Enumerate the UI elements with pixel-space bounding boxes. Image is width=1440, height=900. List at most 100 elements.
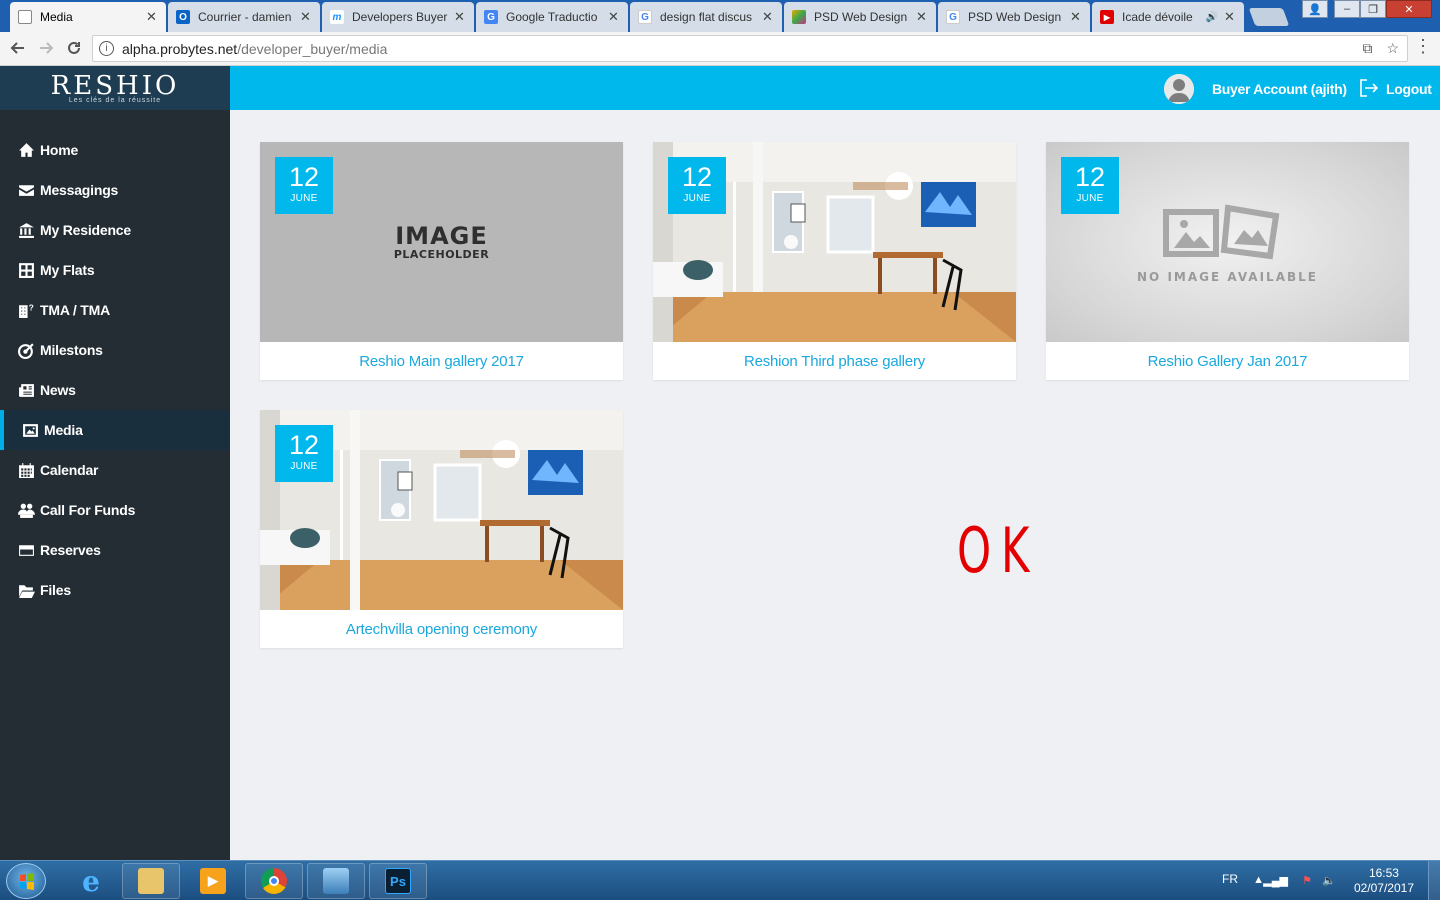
clock-date: 02/07/2017 [1353,881,1414,895]
gallery-card[interactable]: 12 JUNE NO IMAGE AVAILABLE Reshio Galler… [1046,142,1409,380]
gallery-title[interactable]: Reshio Main gallery 2017 [260,342,623,380]
star-icon[interactable]: ☆ [1386,40,1399,57]
grid-icon [19,262,34,278]
placeholder-big-text: IMAGE [395,221,488,250]
date-badge: 12 JUNE [1061,157,1119,214]
reload-icon [68,41,80,54]
sidebar-item-call-for-funds[interactable]: Call For Funds [0,490,230,530]
user-icon [1164,74,1194,104]
gallery-thumbnail[interactable]: 12 JUNE NO IMAGE AVAILABLE [1046,142,1409,342]
browser-menu-button[interactable]: ⋮ [1414,36,1432,57]
close-tab-icon[interactable]: ✕ [762,9,774,25]
tab-psd-web-design-2[interactable]: G PSD Web Design ✕ [938,2,1090,32]
browser-tab-strip: Media ✕ O Courrier - damien ✕ m Develope… [0,0,1440,32]
close-tab-icon[interactable]: ✕ [146,9,158,25]
sidebar-item-milestons[interactable]: Milestons [0,330,230,370]
user-account-name[interactable]: Buyer Account (ajith) [1212,81,1347,97]
speaker-icon[interactable]: 🔊 [1206,12,1218,23]
tab-design-flat[interactable]: G design flat discus ✕ [630,2,782,32]
tab-psd-web-design-1[interactable]: PSD Web Design ✕ [784,2,936,32]
gallery-card[interactable]: 12 JUNE IMAGE PLACEHOLDER Reshio Main ga… [260,142,623,380]
gallery-thumbnail[interactable]: 12 JUNE [260,410,623,610]
sidebar-item-messagings[interactable]: Messagings [0,170,230,210]
media-player-icon: ▶ [200,868,226,894]
sidebar-item-label: Milestons [40,342,103,358]
show-desktop-button[interactable] [1428,861,1440,900]
date-badge: 12 JUNE [275,425,333,482]
taskbar-app[interactable]: Ps [369,863,427,899]
newspaper-icon [19,383,34,397]
logout-button[interactable]: Logout [1386,81,1432,97]
logo[interactable]: RESHIO Les clés de la réussite [0,66,230,110]
tab-label: PSD Web Design [814,10,908,24]
close-tab-icon[interactable]: ✕ [608,9,620,25]
sidebar-item-calendar[interactable]: Calendar [0,450,230,490]
clock-time: 16:53 [1368,866,1399,880]
sidebar-item-label: News [40,382,76,398]
sidebar-item-media[interactable]: Media [0,410,230,450]
close-tab-icon[interactable]: ✕ [300,9,312,25]
sidebar-item-tma[interactable]: ? TMA / TMA [0,290,230,330]
tab-label: PSD Web Design [968,10,1062,24]
reload-button[interactable] [62,36,86,60]
tab-media[interactable]: Media ✕ [10,2,166,32]
sidebar-item-my-residence[interactable]: My Residence [0,210,230,250]
network-icon[interactable]: ▂▄▆ [1263,874,1288,887]
taskbar-app[interactable]: ▶ [184,863,242,899]
avatar[interactable] [1164,74,1194,104]
close-tab-icon[interactable]: ✕ [916,9,928,25]
date-day: 12 [288,430,320,460]
bank-icon [19,222,34,238]
translate-icon[interactable]: ⧉ [1362,40,1372,57]
volume-icon[interactable]: 🔈 [1322,874,1336,887]
taskbar-app[interactable] [245,863,303,899]
tab-label: Google Traductio [506,10,598,24]
taskbar-app[interactable]: e [62,863,120,899]
gallery-thumbnail[interactable]: 12 JUNE IMAGE PLACEHOLDER [260,142,623,342]
forward-button[interactable] [34,36,58,60]
sidebar-item-my-flats[interactable]: My Flats [0,250,230,290]
m-logo-icon: m [330,10,344,24]
sidebar-item-files[interactable]: Files [0,570,230,610]
address-bar[interactable]: i alpha.probytes.net/developer_buyer/med… [92,35,1408,62]
sidebar-item-news[interactable]: News [0,370,230,410]
back-button[interactable] [6,36,30,60]
url-host: alpha.probytes.net [122,40,238,57]
close-tab-icon[interactable]: ✕ [454,9,466,25]
placeholder-small-text: PLACEHOLDER [393,247,490,261]
start-button[interactable] [6,863,46,899]
logout-icon[interactable] [1359,79,1379,97]
clock[interactable]: 16:53 02/07/2017 [1354,866,1414,896]
sidebar-item-home[interactable]: Home [0,130,230,170]
gallery-card[interactable]: 12 JUNE [260,410,623,648]
tab-google-traduction[interactable]: G Google Traductio ✕ [476,2,628,32]
new-tab-button[interactable] [1248,8,1290,26]
people-icon [18,503,35,518]
gallery-title[interactable]: Artechvilla opening ceremony [260,610,623,648]
close-window-button[interactable]: ✕ [1386,0,1432,18]
user-profile-button[interactable]: 👤 [1302,0,1328,18]
gallery-card[interactable]: 12 JUNE [653,142,1016,380]
date-badge: 12 JUNE [668,157,726,214]
photo-viewer-icon [323,868,349,894]
info-icon[interactable]: i [99,41,114,56]
gallery-thumbnail[interactable]: 12 JUNE [653,142,1016,342]
tab-developers-buyer[interactable]: m Developers Buyer ✕ [322,2,474,32]
app-header: Buyer Account (ajith) Logout [230,66,1440,110]
tab-courrier[interactable]: O Courrier - damien ✕ [168,2,320,32]
language-indicator[interactable]: FR [1222,872,1238,886]
maximize-button[interactable]: ❐ [1360,0,1386,18]
tab-label: Icade dévoile [1122,10,1193,24]
close-tab-icon[interactable]: ✕ [1224,9,1236,25]
sidebar-item-reserves[interactable]: Reserves [0,530,230,570]
minimize-button[interactable]: – [1334,0,1360,18]
gallery-title[interactable]: Reshion Third phase gallery [653,342,1016,380]
taskbar-app[interactable] [122,863,180,899]
taskbar-app[interactable] [307,863,365,899]
close-tab-icon[interactable]: ✕ [1070,9,1082,25]
media-gallery-grid: 12 JUNE IMAGE PLACEHOLDER Reshio Main ga… [230,110,1440,860]
arrow-right-icon [40,42,54,54]
tab-icade[interactable]: ▶ Icade dévoile 🔊 ✕ [1092,2,1244,32]
gallery-title[interactable]: Reshio Gallery Jan 2017 [1046,342,1409,380]
action-center-icon[interactable]: ⚑ [1302,874,1312,887]
